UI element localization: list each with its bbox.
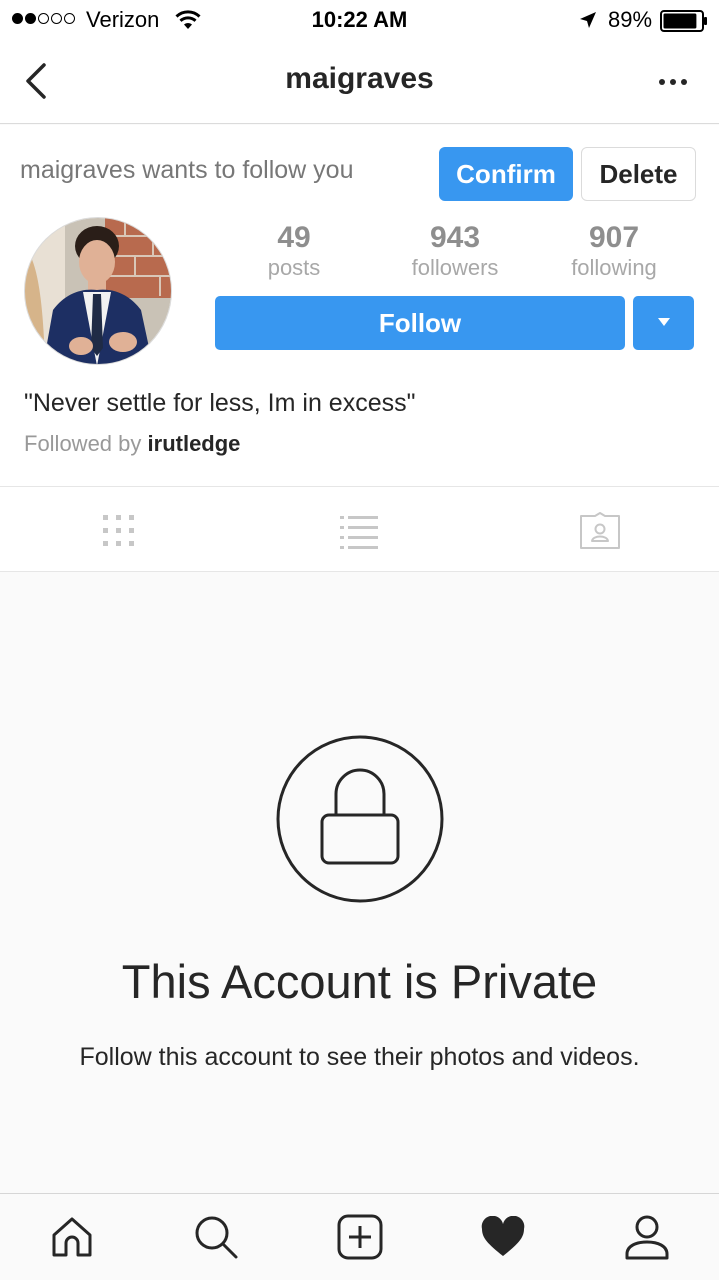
location-arrow-icon	[580, 12, 596, 28]
followers-label: followers	[411, 255, 499, 280]
following-count: 907	[588, 221, 640, 254]
carrier-name: Verizon	[86, 7, 160, 32]
page-title: maigraves	[285, 62, 434, 95]
followed-by-username[interactable]: irutledge	[148, 431, 241, 456]
tab-search[interactable]	[188, 1212, 244, 1262]
tab-tagged[interactable]	[570, 509, 630, 553]
followers-count: 943	[429, 221, 481, 254]
avatar[interactable]	[24, 217, 172, 365]
followed-by: Followed by irutledge	[24, 431, 240, 457]
avatar-photo	[25, 218, 171, 364]
followed-by-prefix: Followed by	[24, 431, 148, 456]
profile-bio: "Never settle for less, Im in excess"	[24, 389, 416, 417]
following-stat[interactable]: 907 following	[534, 221, 694, 281]
tab-home[interactable]	[44, 1212, 100, 1262]
confirm-button[interactable]: Confirm	[439, 147, 573, 201]
more-options-button[interactable]	[652, 70, 696, 94]
tab-list[interactable]	[329, 509, 389, 553]
lock-icon	[276, 735, 444, 903]
followers-stat[interactable]: 943 followers	[375, 221, 535, 281]
profile-section: maigraves wants to follow you Confirm De…	[0, 125, 719, 486]
search-icon	[195, 1216, 238, 1259]
private-account-notice: This Account is Private Follow this acco…	[0, 572, 719, 1193]
caret-down-icon	[657, 317, 670, 326]
posts-label: posts	[267, 255, 321, 280]
delete-button[interactable]: Delete	[581, 147, 696, 201]
bottom-tab-bar	[0, 1193, 719, 1280]
chevron-left-icon	[26, 63, 46, 99]
activity-heart-icon	[481, 1216, 525, 1256]
profile-icon	[625, 1215, 669, 1260]
follow-request-text: maigraves wants to follow you	[20, 156, 354, 184]
tab-activity[interactable]	[475, 1212, 531, 1262]
home-icon	[52, 1217, 92, 1257]
status-bar: Verizon 10:22 AM 89%	[0, 0, 719, 40]
tab-add-post[interactable]	[332, 1212, 388, 1262]
tagged-icon	[580, 512, 620, 549]
tab-profile[interactable]	[619, 1212, 675, 1262]
back-button[interactable]	[20, 60, 56, 104]
grid-icon	[103, 515, 134, 546]
wifi-icon	[175, 10, 201, 29]
battery-icon	[660, 10, 707, 32]
list-icon	[340, 516, 378, 549]
more-horizontal-icon	[659, 79, 687, 85]
follow-button[interactable]: Follow	[215, 296, 625, 350]
signal-strength-icon	[12, 13, 75, 24]
nav-header: maigraves	[0, 40, 719, 124]
tab-grid[interactable]	[89, 509, 149, 553]
posts-stat: 49 posts	[214, 221, 374, 281]
battery-percentage: 89%	[608, 7, 653, 32]
following-label: following	[571, 255, 657, 280]
profile-tabs	[0, 486, 719, 572]
posts-count: 49	[277, 221, 311, 254]
private-description: Follow this account to see their photos …	[79, 1043, 640, 1071]
add-post-icon	[337, 1214, 383, 1260]
suggestions-dropdown-button[interactable]	[633, 296, 694, 350]
private-title: This Account is Private	[121, 955, 598, 1008]
